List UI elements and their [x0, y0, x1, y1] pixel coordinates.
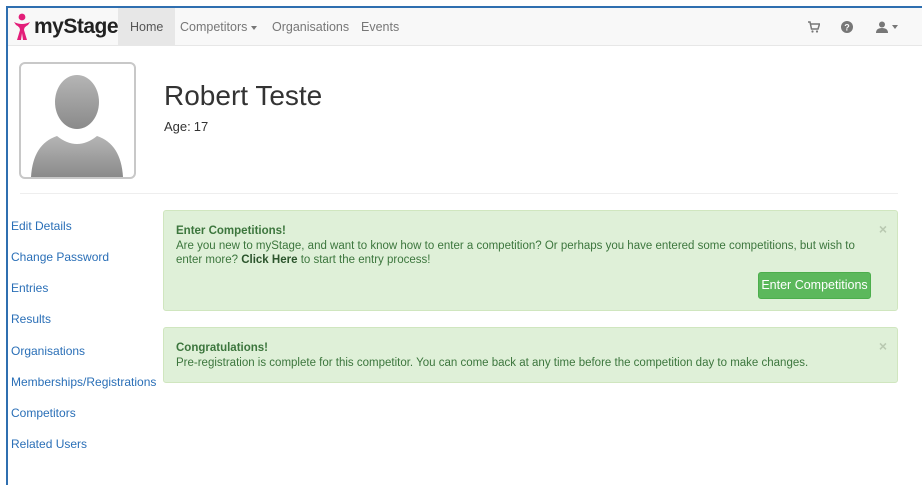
sidebar-item-entries[interactable]: Entries — [11, 281, 48, 295]
sidebar-item-results[interactable]: Results — [11, 312, 51, 326]
app-frame: myStage Home Competitors Organisations E… — [6, 6, 922, 485]
avatar — [19, 62, 136, 179]
sidebar-item-related-users[interactable]: Related Users — [11, 437, 87, 451]
close-icon[interactable]: × — [879, 338, 887, 354]
cart-button[interactable] — [808, 19, 820, 35]
sidebar-item-change-password[interactable]: Change Password — [11, 250, 109, 264]
competitor-age: Age: 17 — [164, 119, 208, 134]
nav-competitors-label: Competitors — [180, 20, 248, 34]
nav-events[interactable]: Events — [349, 8, 411, 46]
caret-down-icon — [892, 25, 898, 29]
mystage-logo-icon — [14, 13, 30, 40]
nav-organisations[interactable]: Organisations — [260, 8, 361, 46]
default-avatar-icon — [31, 75, 123, 177]
nav-competitors-dropdown[interactable]: Competitors — [168, 8, 269, 46]
nav-events-label: Events — [361, 20, 400, 34]
click-here-link[interactable]: Click Here — [241, 254, 297, 266]
enter-competitions-alert: Enter Competitions! Are you new to mySta… — [163, 210, 898, 311]
close-icon[interactable]: × — [879, 221, 887, 237]
user-menu-button[interactable] — [876, 19, 898, 35]
user-icon — [876, 21, 888, 33]
cart-icon — [808, 21, 820, 33]
sidebar-item-organisations[interactable]: Organisations — [11, 344, 85, 358]
divider — [20, 193, 898, 194]
alert-body: Are you new to myStage, and want to know… — [176, 239, 861, 267]
enter-competitions-button[interactable]: Enter Competitions — [758, 272, 871, 299]
congratulations-alert: Congratulations! Pre-registration is com… — [163, 327, 898, 383]
help-icon: ? — [841, 21, 853, 33]
caret-down-icon — [251, 25, 258, 30]
sidebar-item-memberships[interactable]: Memberships/Registrations — [11, 375, 156, 389]
sidebar-item-competitors[interactable]: Competitors — [11, 406, 76, 420]
alert-title: Enter Competitions! — [176, 225, 286, 237]
svg-text:?: ? — [844, 22, 850, 32]
nav-home[interactable]: Home — [118, 8, 176, 46]
nav-home-label: Home — [130, 20, 164, 34]
help-button[interactable]: ? — [841, 19, 853, 35]
age-value: 17 — [193, 119, 209, 134]
nav-organisations-label: Organisations — [272, 20, 350, 34]
age-label: Age: — [164, 119, 191, 134]
alert-body: Pre-registration is complete for this co… — [176, 357, 809, 369]
alert-body-text-end: to start the entry process! — [300, 254, 431, 266]
brand-name: myStage — [34, 15, 119, 38]
sidebar-item-edit-details[interactable]: Edit Details — [11, 219, 72, 233]
alert-title: Congratulations! — [176, 342, 268, 354]
navbar: myStage Home Competitors Organisations E… — [8, 8, 922, 46]
brand-logo[interactable]: myStage — [12, 12, 119, 42]
competitor-name: Robert Teste — [164, 80, 323, 111]
